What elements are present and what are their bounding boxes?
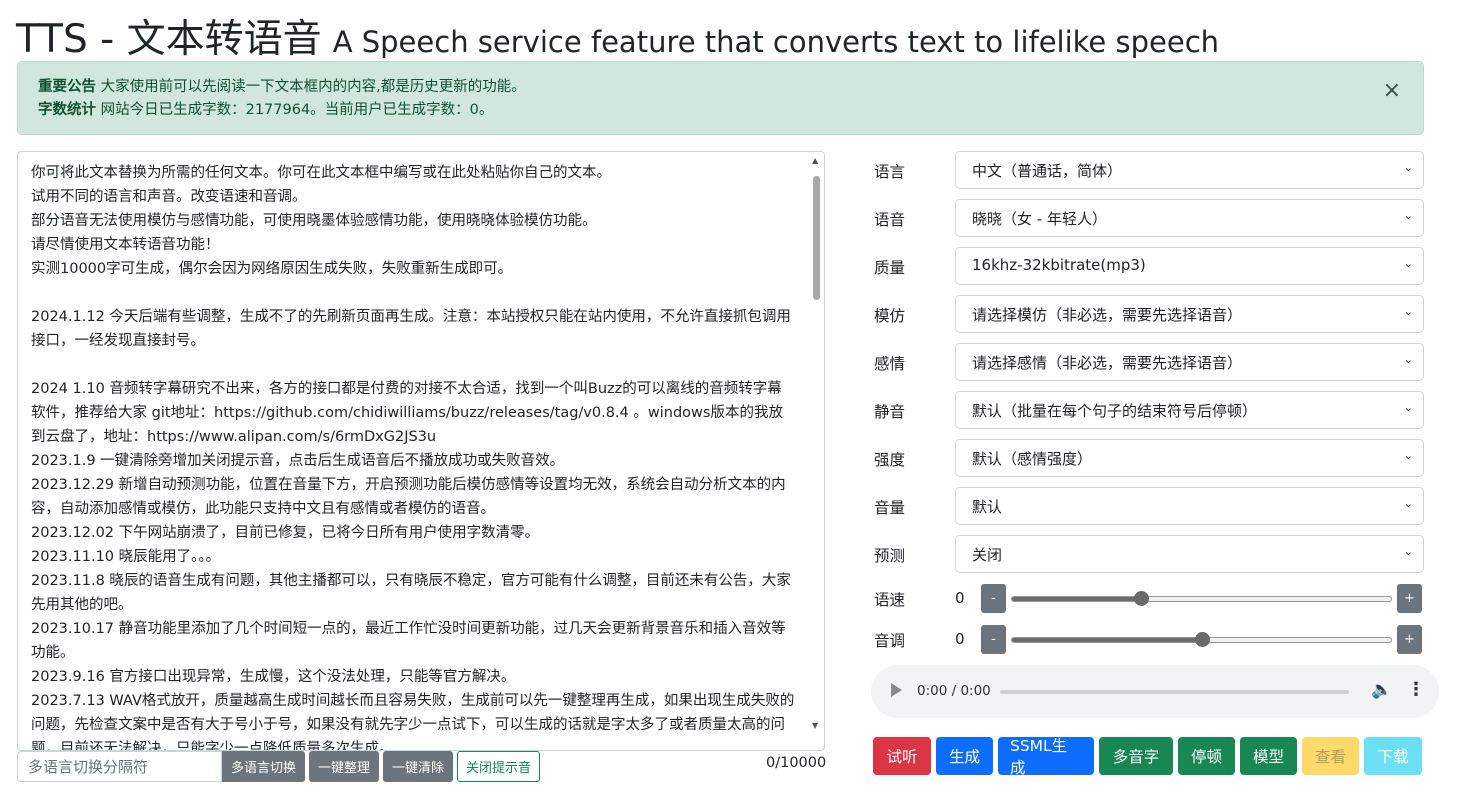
language-row: 语言 中文（普通话，简体） ⌄ xyxy=(874,151,1424,189)
audio-time: 0:00 / 0:00 xyxy=(917,683,991,699)
multi-lang-switch-button[interactable]: 多语言切换 xyxy=(222,751,306,782)
listen-button[interactable]: 试听 xyxy=(873,737,931,775)
speed-label: 语速 xyxy=(874,591,906,609)
voice-select[interactable]: 晓晓（女 - 年轻人） ⌄ xyxy=(955,199,1424,237)
play-icon[interactable] xyxy=(891,683,902,697)
volume-row: 音量 默认 ⌄ xyxy=(874,487,1424,525)
text-editor-content[interactable]: 你可将此文本替换为所需的任何文本。你可在此文本框中编写或在此处粘贴你自己的文本。… xyxy=(18,152,810,750)
intensity-value: 默认（感情强度） xyxy=(972,450,1093,468)
stats-label: 字数统计 xyxy=(38,102,96,118)
quality-select[interactable]: 16khz-32kbitrate(mp3) ⌄ xyxy=(955,247,1424,285)
chevron-down-icon: ⌄ xyxy=(1403,497,1413,510)
intensity-row: 强度 默认（感情强度） ⌄ xyxy=(874,439,1424,477)
more-options-icon[interactable]: ⋮ xyxy=(1407,679,1425,700)
volume-select[interactable]: 默认 ⌄ xyxy=(955,487,1424,525)
audio-player: 0:00 / 0:00 🔈 ⋮ xyxy=(871,665,1439,718)
chevron-down-icon: ⌄ xyxy=(1403,401,1413,414)
pitch-minus-button[interactable]: - xyxy=(981,625,1006,654)
polyphone-button[interactable]: 多音字 xyxy=(1099,737,1173,775)
emotion-value: 请选择感情（非必选，需要先选择语音） xyxy=(972,354,1243,372)
speed-value: 0 xyxy=(955,589,965,607)
quality-value: 16khz-32kbitrate(mp3) xyxy=(972,256,1146,274)
close-icon[interactable]: × xyxy=(1383,79,1401,102)
predict-label: 预测 xyxy=(874,547,906,565)
page-title: TTS - 文本转语音 A Speech service feature tha… xyxy=(16,8,1219,64)
imitate-label: 模仿 xyxy=(874,307,906,325)
speed-plus-button[interactable]: + xyxy=(1397,584,1422,613)
silence-select[interactable]: 默认（批量在每个句子的结束符号后停顿） ⌄ xyxy=(955,391,1424,429)
scrollbar-thumb[interactable] xyxy=(813,176,820,300)
quality-row: 质量 16khz-32kbitrate(mp3) ⌄ xyxy=(874,247,1424,285)
stats-line: 字数统计 网站今日已生成字数：2177964。当前用户已生成字数：0。 xyxy=(38,99,1403,122)
silence-label: 静音 xyxy=(874,403,906,421)
separator-input[interactable]: 多语言切换分隔符 xyxy=(17,751,222,782)
emotion-row: 感情 请选择感情（非必选，需要先选择语音） ⌄ xyxy=(874,343,1424,381)
download-button[interactable]: 下载 xyxy=(1364,737,1422,775)
speed-minus-button[interactable]: - xyxy=(981,584,1006,613)
speed-slider-track[interactable] xyxy=(1011,596,1392,602)
view-button[interactable]: 查看 xyxy=(1302,737,1359,775)
intensity-select[interactable]: 默认（感情强度） ⌄ xyxy=(955,439,1424,477)
volume-icon[interactable]: 🔈 xyxy=(1371,680,1392,700)
speed-slider-fill xyxy=(1012,597,1141,601)
scroll-down-icon[interactable]: ▼ xyxy=(812,721,818,730)
editor-scrollbar[interactable]: ▲ ▼ xyxy=(809,152,824,750)
model-button[interactable]: 模型 xyxy=(1240,737,1297,775)
chevron-down-icon: ⌄ xyxy=(1403,353,1413,366)
app-title: TTS - 文本转语音 xyxy=(16,17,322,62)
pitch-slider-knob[interactable] xyxy=(1194,632,1210,647)
voice-label: 语音 xyxy=(874,211,906,229)
pitch-plus-button[interactable]: + xyxy=(1397,625,1422,654)
editor-toolbar: 多语言切换分隔符 多语言切换 一键整理 一键清除 关闭提示音 xyxy=(17,751,541,782)
silence-value: 默认（批量在每个句子的结束符号后停顿） xyxy=(972,402,1258,420)
silence-row: 静音 默认（批量在每个句子的结束符号后停顿） ⌄ xyxy=(874,391,1424,429)
notice-text: 大家使用前可以先阅读一下文本框内的内容,都是历史更新的功能。 xyxy=(100,79,526,95)
action-bar: 试听 生成 SSML生成 多音字 停顿 模型 查看 下载 xyxy=(873,737,1422,777)
pitch-label: 音调 xyxy=(874,632,906,650)
predict-select[interactable]: 关闭 ⌄ xyxy=(955,535,1424,573)
chevron-down-icon: ⌄ xyxy=(1403,545,1413,558)
pause-button[interactable]: 停顿 xyxy=(1178,737,1235,775)
audio-progress-bar[interactable] xyxy=(1000,690,1349,694)
chevron-down-icon: ⌄ xyxy=(1403,161,1413,174)
app-subtitle: A Speech service feature that converts t… xyxy=(332,25,1220,59)
imitate-value: 请选择模仿（非必选，需要先选择语音） xyxy=(972,306,1243,324)
volume-label: 音量 xyxy=(874,499,906,517)
text-editor[interactable]: 你可将此文本替换为所需的任何文本。你可在此文本框中编写或在此处粘贴你自己的文本。… xyxy=(17,151,825,751)
speed-row: 语速 0 - + xyxy=(874,584,1424,614)
voice-value: 晓晓（女 - 年轻人） xyxy=(972,210,1107,228)
voice-row: 语音 晓晓（女 - 年轻人） ⌄ xyxy=(874,199,1424,237)
chevron-down-icon: ⌄ xyxy=(1403,449,1413,462)
scroll-up-icon[interactable]: ▲ xyxy=(812,156,818,165)
announcement-alert: 重要公告 大家使用前可以先阅读一下文本框内的内容,都是历史更新的功能。 字数统计… xyxy=(17,61,1424,135)
imitate-row: 模仿 请选择模仿（非必选，需要先选择语音） ⌄ xyxy=(874,295,1424,333)
predict-value: 关闭 xyxy=(972,546,1003,564)
notice-label: 重要公告 xyxy=(38,79,96,95)
imitate-select[interactable]: 请选择模仿（非必选，需要先选择语音） ⌄ xyxy=(955,295,1424,333)
language-label: 语言 xyxy=(874,163,906,181)
chevron-down-icon: ⌄ xyxy=(1403,305,1413,318)
stats-text: 网站今日已生成字数：2177964。当前用户已生成字数：0。 xyxy=(100,102,494,118)
emotion-select[interactable]: 请选择感情（非必选，需要先选择语音） ⌄ xyxy=(955,343,1424,381)
chevron-down-icon: ⌄ xyxy=(1403,209,1413,222)
pitch-slider-fill xyxy=(1012,638,1202,642)
volume-value: 默认 xyxy=(972,498,1003,516)
predict-row: 预测 关闭 ⌄ xyxy=(874,535,1424,573)
intensity-label: 强度 xyxy=(874,451,906,469)
emotion-label: 感情 xyxy=(874,355,906,373)
tidy-button[interactable]: 一键整理 xyxy=(309,751,380,782)
notice-line: 重要公告 大家使用前可以先阅读一下文本框内的内容,都是历史更新的功能。 xyxy=(38,76,1403,99)
pitch-row: 音调 0 - + xyxy=(874,625,1424,655)
close-sound-button[interactable]: 关闭提示音 xyxy=(457,751,541,782)
char-counter: 0/10000 xyxy=(766,755,827,771)
chevron-down-icon: ⌄ xyxy=(1403,257,1413,270)
speed-slider-knob[interactable] xyxy=(1133,591,1149,606)
language-select[interactable]: 中文（普通话，简体） ⌄ xyxy=(955,151,1424,189)
clear-button[interactable]: 一键清除 xyxy=(383,751,454,782)
quality-label: 质量 xyxy=(874,259,906,277)
ssml-generate-button[interactable]: SSML生成 xyxy=(998,737,1094,777)
pitch-value: 0 xyxy=(955,630,965,648)
generate-button[interactable]: 生成 xyxy=(936,737,993,775)
language-value: 中文（普通话，简体） xyxy=(972,162,1123,180)
